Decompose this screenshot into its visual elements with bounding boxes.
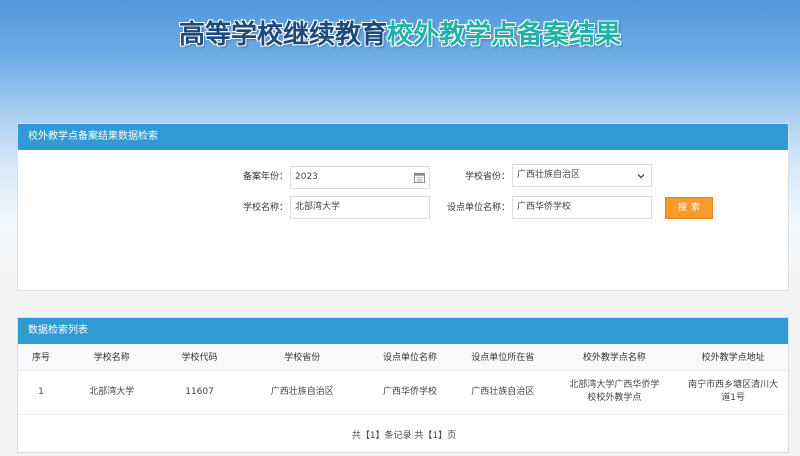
table-row: 1 北部湾大学 11607 广西壮族自治区 广西华侨学校 广西壮族自治区 北部湾… <box>18 370 788 415</box>
col-school-province: 学校省份 <box>239 344 366 371</box>
search-panel-title: 校外教学点备案结果数据检索 <box>18 124 788 150</box>
cell-index: 1 <box>18 370 64 415</box>
col-index: 序号 <box>18 344 64 371</box>
unit-input[interactable]: 广西华侨学校 <box>512 196 652 219</box>
cell-unit-province: 广西壮族自治区 <box>454 370 551 415</box>
list-panel: 数据检索列表 序号 学校名称 学校代码 学校省份 设点单位名称 设点单位所在省 … <box>17 317 789 453</box>
cell-school-name: 北部湾大学 <box>63 370 160 415</box>
search-panel: 校外教学点备案结果数据检索 备案年份： 2023 学校省份： 广西壮族自治区 学… <box>17 123 789 291</box>
page-title: 高等学校继续教育校外教学点备案结果 <box>178 20 622 50</box>
results-table: 序号 学校名称 学校代码 学校省份 设点单位名称 设点单位所在省 校外教学点名称… <box>18 344 788 415</box>
cell-unit-name: 广西华侨学校 <box>365 370 455 415</box>
school-label: 学校名称： <box>242 203 288 213</box>
col-unit-province: 设点单位所在省 <box>454 344 551 371</box>
col-school-name: 学校名称 <box>63 344 160 371</box>
cell-school-province: 广西壮族自治区 <box>239 370 366 415</box>
search-button[interactable]: 搜索 <box>665 197 713 219</box>
col-site-name: 校外教学点名称 <box>550 344 679 371</box>
school-input[interactable]: 北部湾大学 <box>290 196 430 219</box>
col-site-address: 校外教学点地址 <box>678 344 788 371</box>
province-select[interactable]: 广西壮族自治区 <box>512 164 652 187</box>
province-label: 学校省份： <box>464 172 510 182</box>
col-school-code: 学校代码 <box>159 344 240 371</box>
calendar-icon <box>414 172 425 183</box>
table-header-row: 序号 学校名称 学校代码 学校省份 设点单位名称 设点单位所在省 校外教学点名称… <box>18 344 788 371</box>
pagination-info: 共【1】条记录 共【1】页 <box>351 431 457 441</box>
chevron-down-icon <box>637 174 645 179</box>
cell-site-address: 南宁市西乡塘区清川大 道1号 <box>678 370 788 415</box>
year-input[interactable]: 2023 <box>290 166 430 189</box>
year-label: 备案年份： <box>242 172 288 182</box>
col-unit-name: 设点单位名称 <box>365 344 455 371</box>
cell-school-code: 11607 <box>159 370 240 415</box>
list-panel-title: 数据检索列表 <box>18 318 788 344</box>
unit-label: 设点单位名称： <box>446 203 510 213</box>
cell-site-name: 北部湾大学广西华侨学 校校外教学点 <box>550 370 679 415</box>
